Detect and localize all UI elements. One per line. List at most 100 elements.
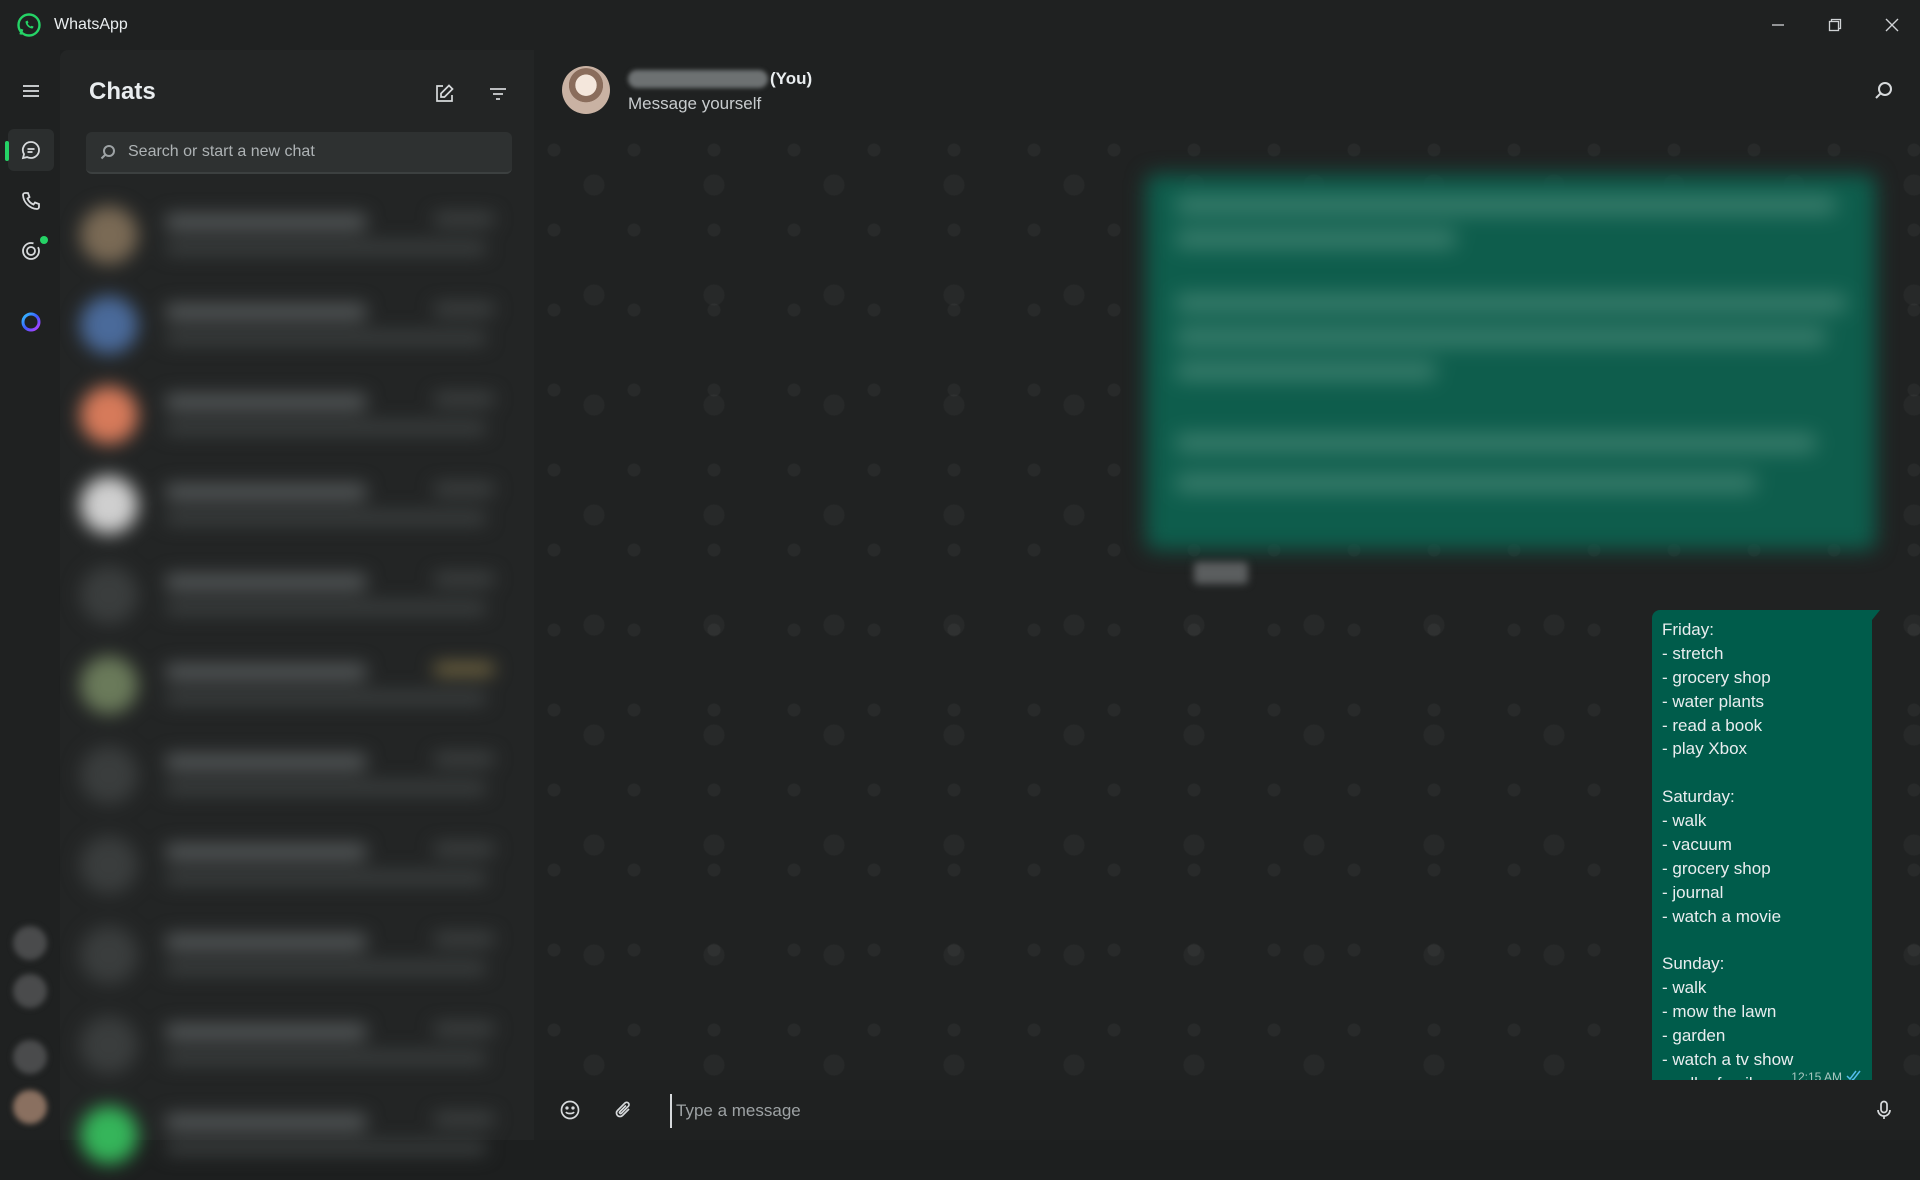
message-line: - mow the lawn (1662, 1002, 1777, 1022)
message-meta: 12:15 AM (1791, 1068, 1862, 1080)
chat-title (166, 754, 366, 770)
chat-preview (166, 242, 486, 254)
message-line: - vacuum (1662, 835, 1732, 855)
message-line: - grocery shop (1662, 858, 1771, 878)
chat-title (166, 1024, 366, 1040)
status-icon (22, 242, 40, 260)
chat-time (434, 574, 494, 584)
restore-button[interactable] (1806, 0, 1863, 50)
list-item[interactable] (60, 1000, 534, 1090)
chat-preview (166, 872, 486, 884)
read-receipt-icon (1846, 1068, 1862, 1080)
chat-time (434, 214, 494, 224)
blurred-text-line (1176, 294, 1846, 312)
app-title: WhatsApp (54, 16, 128, 33)
message-composer (534, 1080, 1920, 1140)
rail-item-chats[interactable] (5, 129, 54, 171)
emoji-button[interactable] (556, 1096, 584, 1124)
menu-button[interactable] (8, 70, 54, 112)
chat-title (166, 844, 366, 860)
list-item[interactable] (60, 280, 534, 370)
new-chat-icon (436, 84, 454, 102)
rail-item-calls[interactable] (8, 180, 54, 222)
chat-time (434, 1114, 494, 1124)
rail-item-status[interactable] (8, 230, 54, 272)
chat-time (434, 754, 494, 764)
list-item[interactable] (60, 190, 534, 280)
chats-heading: Chats (89, 78, 156, 105)
search-input[interactable] (126, 142, 510, 162)
contact-subtitle: Message yourself (628, 94, 762, 113)
message-line: - grocery shop (1662, 667, 1771, 687)
message-bubble-outgoing[interactable]: Friday: - stretch - grocery shop - water pl… (1652, 610, 1880, 1080)
list-item[interactable] (60, 370, 534, 460)
list-item[interactable] (60, 550, 534, 640)
attach-button[interactable] (610, 1096, 638, 1124)
message-text: Friday: - stretch - grocery shop - water pl… (1662, 618, 1862, 1080)
chat-title (166, 574, 366, 590)
chat-preview (166, 332, 486, 344)
list-item[interactable] (60, 1090, 534, 1180)
avatar (80, 386, 138, 444)
message-input[interactable] (670, 1094, 1878, 1128)
chat-title (166, 934, 366, 950)
avatar (80, 1106, 138, 1164)
title-bar: WhatsApp (0, 0, 1920, 50)
blurred-text-line (1176, 434, 1816, 452)
avatar (80, 206, 138, 264)
rail-avatar[interactable] (13, 926, 47, 960)
avatar (80, 1016, 138, 1074)
message-line: - stretch (1662, 643, 1724, 663)
chat-preview (166, 692, 486, 704)
chat-preview (166, 782, 486, 794)
voice-message-button[interactable] (1870, 1096, 1898, 1124)
avatar (80, 836, 138, 894)
conversation-header[interactable]: (You) Message yourself (534, 50, 1920, 130)
window-controls (1749, 0, 1920, 50)
chat-title (166, 1114, 366, 1130)
close-icon (1885, 18, 1898, 32)
rail-avatar[interactable] (13, 974, 47, 1008)
contact-name-redacted (628, 70, 768, 88)
filter-button[interactable] (482, 78, 514, 110)
message-line: - walk (1662, 811, 1707, 831)
list-item[interactable] (60, 910, 534, 1000)
restore-icon (1828, 18, 1841, 32)
emoji-icon (560, 1100, 580, 1120)
blurred-text-line (1176, 196, 1836, 214)
close-button[interactable] (1863, 0, 1920, 50)
message-area: Friday: - stretch - grocery shop - water pl… (534, 130, 1920, 1080)
filter-icon (490, 88, 506, 100)
minimize-icon (1771, 24, 1784, 26)
rail-item-meta-ai[interactable] (8, 301, 54, 343)
calls-icon (22, 192, 40, 210)
blurred-message-bubble[interactable] (1146, 174, 1876, 550)
message-line: - play Xbox (1662, 739, 1748, 759)
avatar (80, 656, 138, 714)
new-chat-button[interactable] (428, 78, 460, 110)
contact-avatar[interactable] (562, 66, 610, 114)
chat-title (166, 304, 366, 320)
chat-list (60, 190, 534, 1180)
list-item[interactable] (60, 820, 534, 910)
meta-ai-icon (21, 312, 41, 332)
message-line: - water plants (1662, 691, 1765, 711)
search-box[interactable] (86, 132, 512, 174)
search-messages-button[interactable] (1874, 80, 1896, 102)
list-item[interactable] (60, 730, 534, 820)
chat-time (434, 1024, 494, 1034)
profile-avatar[interactable] (13, 1090, 47, 1124)
minimize-button[interactable] (1749, 0, 1806, 50)
status-unread-dot (40, 236, 48, 244)
contact-you-label: (You) (770, 69, 813, 88)
chat-title (166, 664, 366, 680)
message-line: - walk (1662, 978, 1707, 998)
list-item[interactable] (60, 460, 534, 550)
chat-preview (166, 1142, 486, 1154)
chat-time (434, 484, 494, 494)
chat-title (166, 484, 366, 500)
list-item[interactable] (60, 640, 534, 730)
chat-time (434, 664, 494, 674)
rail-avatar[interactable] (13, 1040, 47, 1074)
conversation-panel: (You) Message yourself Friday: - stretch -… (534, 50, 1920, 1140)
